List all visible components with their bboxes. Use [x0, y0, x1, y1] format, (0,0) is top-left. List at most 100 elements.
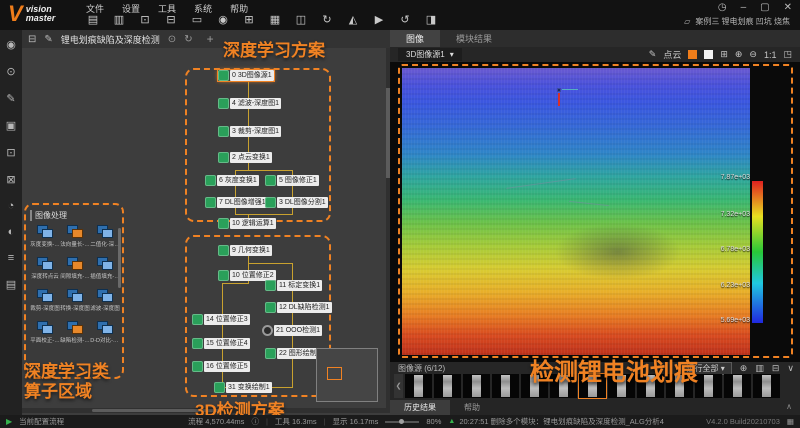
flow-node[interactable]: 5 图像修正1: [265, 175, 319, 186]
mask-icon[interactable]: ⊠: [6, 173, 15, 186]
flow-node[interactable]: 0 3D图像源1: [217, 69, 275, 82]
io-module-icon[interactable]: ▤: [6, 278, 16, 291]
history-clock-icon[interactable]: ◷: [718, 2, 727, 13]
flow-node[interactable]: 15 位置修正4: [192, 338, 250, 349]
flow-run-loop-icon[interactable]: ↻: [184, 34, 192, 45]
battery-thumbnail[interactable]: [463, 374, 490, 398]
minimap[interactable]: [316, 348, 378, 402]
collapse-history-icon[interactable]: ∧: [778, 400, 800, 415]
battery-thumbnail[interactable]: [492, 374, 519, 398]
maximize-icon[interactable]: ▢: [760, 2, 769, 13]
pointcloud-label[interactable]: 点云: [663, 48, 681, 61]
locate-icon[interactable]: ⊡: [6, 146, 15, 159]
palette-item[interactable]: 缺陷检测-…: [60, 321, 89, 344]
palette-item[interactable]: 间隙填充-…: [60, 257, 89, 280]
delete-image-icon[interactable]: ⊟: [772, 363, 780, 374]
zoom-out-icon[interactable]: ⊖: [749, 49, 757, 60]
flow-node[interactable]: 11 标定变换1: [265, 280, 323, 291]
minimize-icon[interactable]: –: [741, 2, 747, 13]
flow-node[interactable]: 10 逻辑运算1: [218, 218, 276, 229]
flow-node[interactable]: 7 DL图像增强1: [205, 197, 268, 208]
aim-icon[interactable]: ⊙: [6, 65, 15, 78]
open-folder-icon[interactable]: ▥: [755, 363, 764, 374]
image-source-select[interactable]: 3D图像源1 ▾: [398, 48, 462, 61]
tab-module-result[interactable]: 模块结果: [440, 30, 508, 47]
palette-item[interactable]: 转换-深度图: [60, 289, 89, 312]
flow-node[interactable]: 9 几何变换1: [218, 245, 272, 256]
flow-node[interactable]: 3 DL图像分割1: [265, 197, 328, 208]
flow-node[interactable]: 16 位置修正5: [192, 361, 250, 372]
import-icon[interactable]: ⊟: [164, 13, 178, 26]
flow-node[interactable]: 31 变换绘制1: [214, 382, 272, 393]
battery-thumbnail[interactable]: [434, 374, 461, 398]
tab-history-result[interactable]: 历史结果: [390, 400, 450, 415]
module-icon: [218, 152, 229, 163]
battery-thumbnail[interactable]: [724, 374, 751, 398]
battery-thumbnail[interactable]: [405, 374, 432, 398]
camera-icon[interactable]: ◉: [6, 38, 16, 51]
communication-icon[interactable]: ▦: [268, 13, 282, 26]
palette-item[interactable]: 滤波-深度图: [90, 289, 119, 312]
flow-node[interactable]: 3 裁剪-深度图1: [218, 126, 282, 137]
flow-node[interactable]: 6 灰度变换1: [205, 175, 259, 186]
add-image-icon[interactable]: ⊕: [740, 363, 748, 374]
battery-thumbnail[interactable]: [753, 374, 780, 398]
io-icon[interactable]: ◫: [294, 13, 308, 26]
window-icon[interactable]: ▭: [190, 13, 204, 26]
flow-node[interactable]: 2 点云变换1: [218, 152, 272, 163]
palette-item[interactable]: 平面校正-…: [30, 321, 59, 344]
zoom-in-icon[interactable]: ⊕: [735, 49, 743, 60]
minimap-viewport[interactable]: [327, 367, 342, 380]
battery-thumbnail[interactable]: [695, 374, 722, 398]
flow-edit-icon[interactable]: ✎: [44, 34, 52, 45]
tab-image[interactable]: 图像: [390, 30, 441, 47]
matrix-icon[interactable]: ⊞: [242, 13, 256, 26]
flow-list-icon[interactable]: ⊟: [28, 34, 36, 45]
color-swatch-orange[interactable]: [688, 50, 698, 59]
palette-item[interactable]: 法向量长-…: [60, 225, 89, 248]
compare-icon[interactable]: ◭: [346, 13, 360, 26]
logic-icon[interactable]: ≡: [8, 252, 14, 264]
run-continuous-icon[interactable]: ↺: [398, 13, 412, 26]
flow-run-once-icon[interactable]: ⊙: [168, 34, 176, 45]
palette-item[interactable]: 深度转点云: [30, 257, 59, 280]
palette-item[interactable]: 二值化-深…: [90, 225, 119, 248]
expand-icon[interactable]: ◳: [783, 49, 792, 60]
one-to-one-icon[interactable]: 1:1: [764, 50, 777, 60]
controller-icon[interactable]: ↻: [320, 13, 334, 26]
palette-item[interactable]: 裁剪-深度图: [30, 289, 59, 312]
flow-node[interactable]: 14 位置修正3: [192, 314, 250, 325]
palette-item[interactable]: 插值填充-…: [90, 257, 119, 280]
run-flow-icon[interactable]: ▶: [6, 417, 12, 426]
tab-help[interactable]: 帮助: [450, 400, 494, 415]
logo-v-icon: V: [8, 1, 23, 26]
flow-tab-label[interactable]: 锂电划痕缺陷及深度检测: [61, 33, 160, 46]
flow-node[interactable]: 12 DL缺陷检测1: [265, 302, 332, 313]
color-analysis-icon[interactable]: ◔: [8, 200, 15, 212]
export-icon[interactable]: ⊡: [138, 13, 152, 26]
save-icon[interactable]: ▤: [86, 13, 100, 26]
close-icon[interactable]: ✕: [784, 2, 792, 13]
collapse-filmstrip-icon[interactable]: ∨: [787, 363, 794, 374]
draw-icon[interactable]: ✎: [6, 92, 15, 105]
flow-canvas[interactable]: ⊟ ✎ 锂电划痕缺陷及深度检测 ⊙ ↻ + 图像处理 灰度变换-… 法向量长-……: [22, 30, 390, 415]
image-viewer[interactable]: 7.87e+03 7.32e+03 6.78e+03 6.23e+03 5.69…: [390, 62, 800, 362]
flow-node[interactable]: 4 滤波-深度图1: [218, 98, 282, 109]
prev-thumbnails-icon[interactable]: ❮: [394, 374, 403, 398]
flow-node[interactable]: 22 图形绘制1: [265, 348, 323, 359]
template-icon[interactable]: ▣: [6, 119, 16, 132]
camera-manage-icon[interactable]: ◉: [216, 13, 230, 26]
palette-item[interactable]: D-D对比-…: [90, 321, 119, 344]
draw-tool-icon[interactable]: ✎: [649, 49, 657, 60]
palette-scrollbar[interactable]: [118, 228, 121, 288]
add-flow-tab-icon[interactable]: +: [207, 32, 214, 46]
color-swatch-white[interactable]: [704, 50, 714, 59]
flow-node[interactable]: 21 OOO检测1: [262, 325, 322, 336]
open-icon[interactable]: ▥: [112, 13, 126, 26]
canvas-zoom-slider[interactable]: [385, 418, 420, 424]
fit-view-icon[interactable]: ⊞: [720, 49, 728, 60]
run-once-icon[interactable]: ▶: [372, 13, 386, 26]
format-icon[interactable]: ◨: [424, 13, 438, 26]
deep-learning-icon[interactable]: ◐: [8, 226, 15, 238]
palette-item[interactable]: 灰度变换-…: [30, 225, 59, 248]
